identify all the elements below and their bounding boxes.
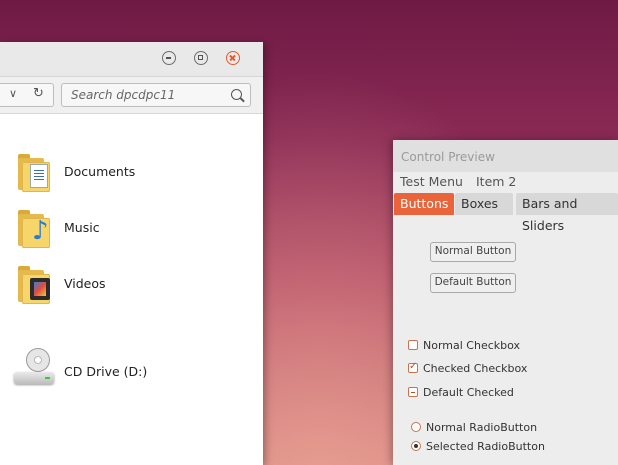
videos-folder-icon xyxy=(16,266,52,304)
cd-drive-icon xyxy=(14,348,54,388)
radio-selected-icon[interactable] xyxy=(411,441,421,451)
search-input[interactable]: Search dpcdpc11 xyxy=(61,83,251,107)
checkbox-label: Checked Checkbox xyxy=(423,362,528,375)
menu-item-2[interactable]: Item 2 xyxy=(476,174,516,189)
address-bar[interactable]: ∨ ↻ xyxy=(0,83,54,107)
radio-label: Selected RadioButton xyxy=(426,440,545,453)
minimize-icon[interactable] xyxy=(162,51,176,65)
control-preview-window: Control Preview Test Menu Item 2 Buttons… xyxy=(393,140,618,465)
checkbox-label: Normal Checkbox xyxy=(423,339,521,352)
item-label: Music xyxy=(64,220,100,235)
file-explorer-window: ∨ ↻ Search dpcdpc11 Documents ♪ Music Vi… xyxy=(0,42,263,465)
normal-button[interactable]: Normal Button xyxy=(430,242,516,262)
radio-label: Normal RadioButton xyxy=(426,421,538,434)
default-button[interactable]: Default Button xyxy=(430,273,516,293)
item-label: Documents xyxy=(64,164,136,179)
music-folder-icon: ♪ xyxy=(16,210,52,248)
explorer-toolbar: ∨ ↻ Search dpcdpc11 xyxy=(0,77,263,114)
chevron-down-icon[interactable]: ∨ xyxy=(9,87,17,100)
menu-test-menu[interactable]: Test Menu xyxy=(400,174,463,189)
close-icon[interactable] xyxy=(226,51,240,65)
search-placeholder: Search dpcdpc11 xyxy=(71,88,176,102)
tab-bars-and-sliders[interactable]: Bars and Sliders xyxy=(516,193,618,233)
radio-icon[interactable] xyxy=(411,422,421,432)
list-item-videos[interactable]: Videos xyxy=(16,264,246,308)
tab-bar: Buttons Boxes Bars and Sliders xyxy=(393,193,618,233)
checkbox-icon[interactable] xyxy=(408,340,418,350)
list-item-music[interactable]: ♪ Music xyxy=(16,208,246,252)
window-title: Control Preview xyxy=(401,150,495,164)
list-item-documents[interactable]: Documents xyxy=(16,152,246,196)
tab-buttons[interactable]: Buttons xyxy=(394,193,455,215)
documents-folder-icon xyxy=(16,154,52,192)
item-label: CD Drive (D:) xyxy=(64,364,148,379)
refresh-icon[interactable]: ↻ xyxy=(33,86,44,101)
checkbox-checked-icon[interactable] xyxy=(408,361,418,373)
menubar: Test Menu Item 2 xyxy=(393,172,618,192)
search-icon[interactable] xyxy=(231,89,242,100)
list-item-cd-drive[interactable]: CD Drive (D:) xyxy=(14,348,244,392)
checkbox-label: Default Checked xyxy=(423,386,514,399)
maximize-icon[interactable] xyxy=(194,51,208,65)
checkbox-indeterminate-icon[interactable] xyxy=(408,387,418,397)
explorer-titlebar[interactable] xyxy=(0,42,263,77)
tab-boxes[interactable]: Boxes xyxy=(455,193,513,215)
item-label: Videos xyxy=(64,276,106,291)
preview-titlebar[interactable]: Control Preview xyxy=(393,140,618,173)
